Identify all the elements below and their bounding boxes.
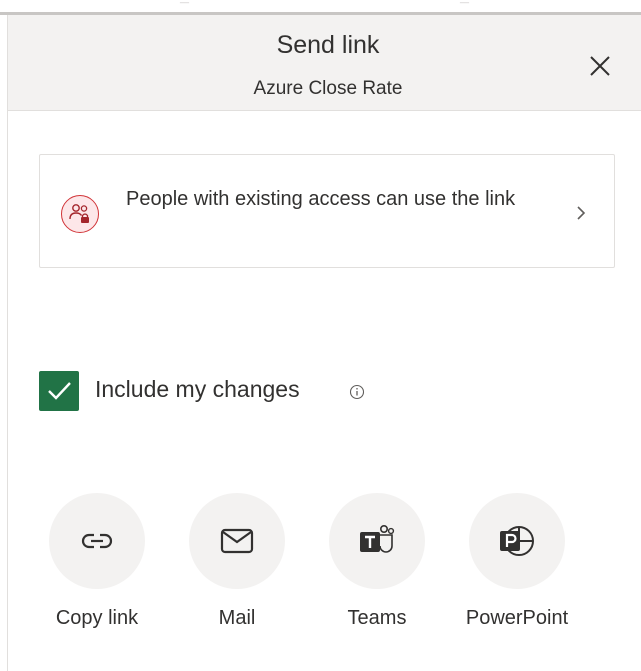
copy-link-circle — [49, 493, 145, 589]
dialog-subtitle: Azure Close Rate — [253, 78, 403, 99]
teams-circle — [329, 493, 425, 589]
link-icon — [81, 533, 113, 549]
include-changes-label: Include my changes — [95, 376, 300, 402]
link-access-description: People with existing access can use the … — [126, 188, 516, 210]
chevron-right-icon — [577, 206, 586, 220]
dialog-title: Send link — [276, 31, 380, 59]
teams-button[interactable]: Teams — [311, 493, 441, 643]
people-lock-icon — [61, 195, 99, 233]
copy-link-button[interactable]: Copy link — [31, 493, 161, 643]
powerpoint-label: PowerPoint — [465, 607, 569, 629]
mail-circle — [189, 493, 285, 589]
mail-button[interactable]: Mail — [171, 493, 301, 643]
info-icon[interactable] — [349, 384, 365, 400]
dialog-header: Send link Azure Close Rate — [8, 15, 641, 111]
close-icon — [590, 56, 610, 76]
close-button[interactable] — [586, 52, 614, 80]
background-ghost-mark: ‾‾ — [180, 2, 189, 12]
powerpoint-circle — [469, 493, 565, 589]
background-ghost-mark: ‾‾ — [460, 2, 469, 12]
background-window-strip: ‾‾ ‾‾ — [0, 0, 641, 15]
send-link-dialog: Send link Azure Close Rate People with e… — [7, 15, 641, 671]
powerpoint-icon — [500, 526, 534, 556]
link-access-settings-button[interactable]: People with existing access can use the … — [39, 154, 615, 268]
include-changes-option[interactable]: Include my changes — [39, 371, 399, 413]
teams-icon — [360, 525, 395, 553]
powerpoint-button[interactable]: PowerPoint — [451, 493, 581, 643]
include-changes-checkbox[interactable] — [39, 371, 79, 411]
checkmark-icon — [48, 382, 71, 400]
mail-icon — [220, 528, 254, 554]
